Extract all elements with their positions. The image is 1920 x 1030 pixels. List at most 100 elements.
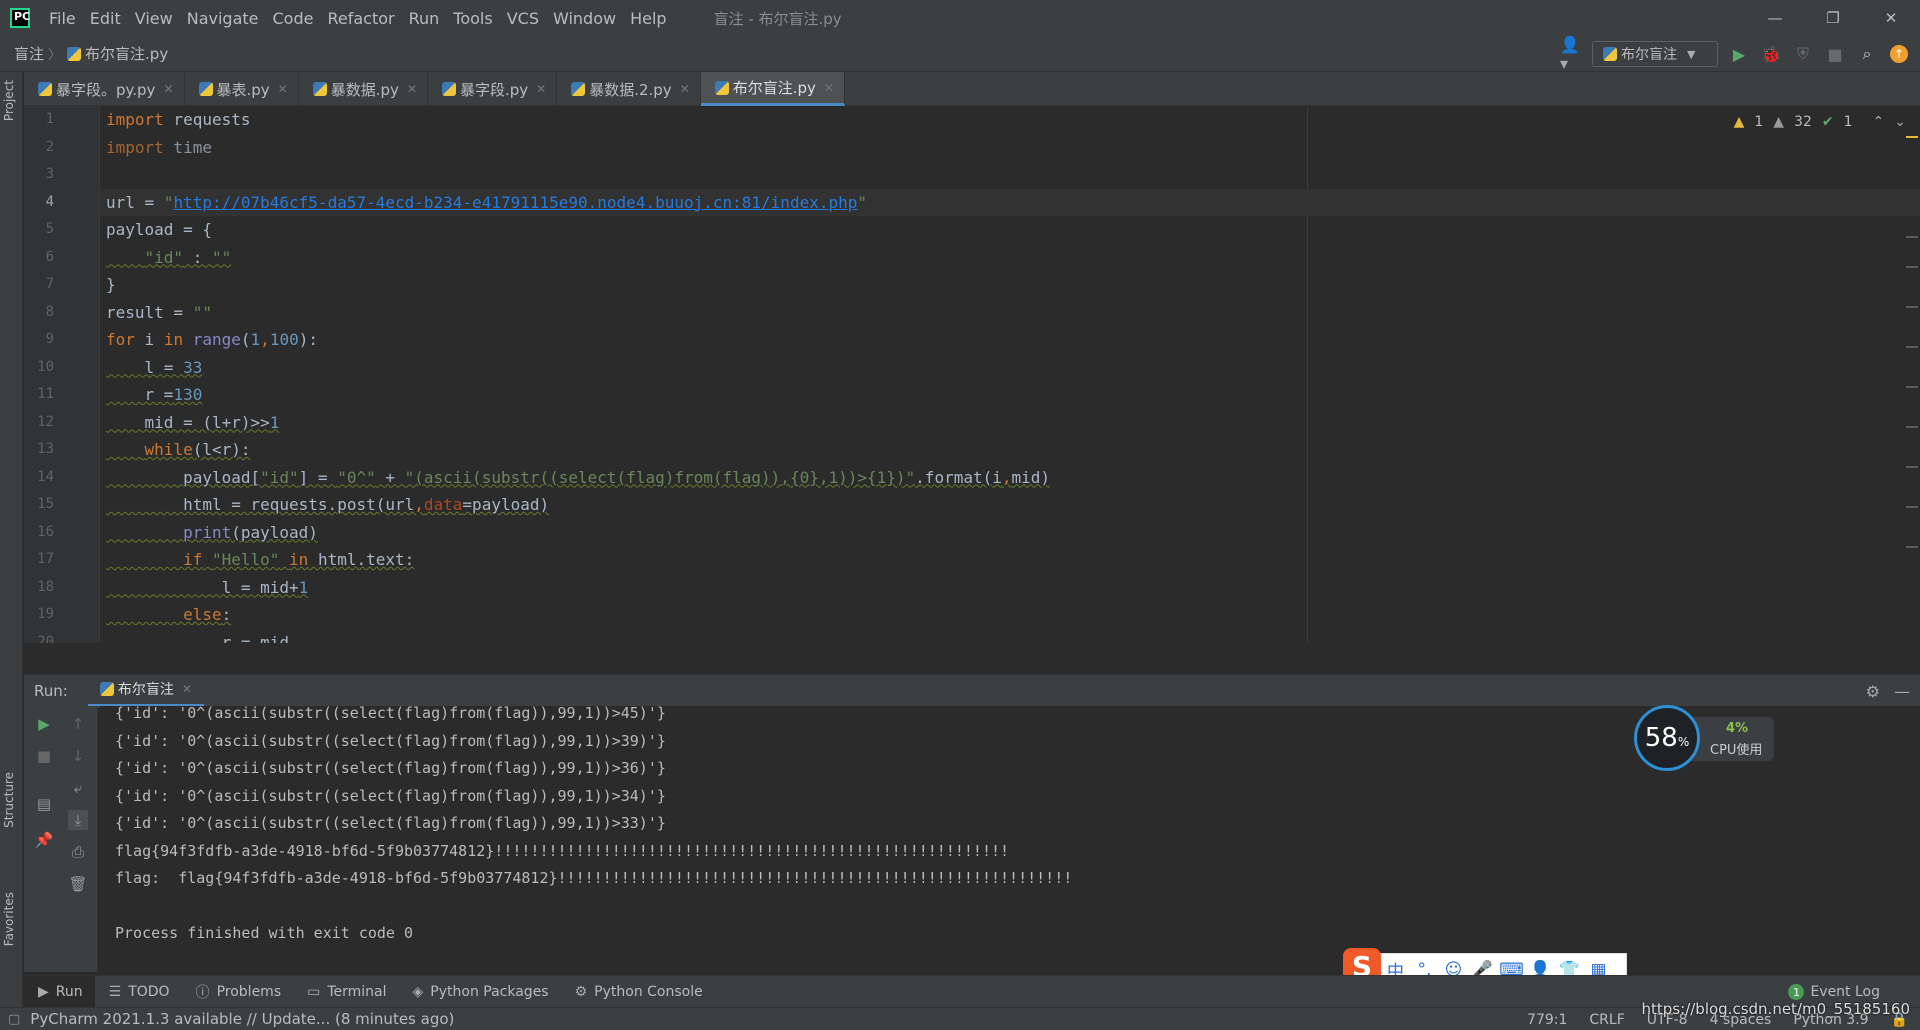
keyword: import bbox=[106, 137, 164, 157]
number: 130 bbox=[173, 385, 203, 404]
error-stripe[interactable] bbox=[1906, 136, 1918, 636]
run-icon[interactable]: ▶ bbox=[1728, 43, 1750, 65]
tab-file-2[interactable]: 暴表.py ✕ bbox=[185, 72, 299, 106]
breadcrumb-file[interactable]: 布尔盲注.py bbox=[61, 43, 172, 64]
stripe-mark[interactable] bbox=[1906, 426, 1918, 428]
line-number: 5 bbox=[45, 221, 54, 237]
stop-icon[interactable]: ■ bbox=[1824, 43, 1846, 65]
toggle-tool-windows-icon[interactable]: ▢ bbox=[8, 1012, 20, 1027]
favorites-tool-button[interactable]: Favorites bbox=[2, 892, 16, 946]
menu-vcs[interactable]: VCS bbox=[500, 9, 546, 28]
string: "" bbox=[211, 247, 232, 267]
menu-refactor[interactable]: Refactor bbox=[320, 9, 401, 28]
close-icon[interactable]: ✕ bbox=[536, 82, 546, 96]
console-line: flag{94f3fdfb-a3de-4918-bf6d-5f9b0377481… bbox=[115, 841, 1010, 860]
trash-icon[interactable]: 🗑 bbox=[68, 874, 88, 894]
run-configuration-select[interactable]: 布尔盲注 ▼ bbox=[1592, 41, 1718, 67]
stop-icon[interactable]: ■ bbox=[34, 746, 54, 766]
close-button[interactable]: ✕ bbox=[1862, 0, 1920, 36]
python-packages-tool-button[interactable]: ◈ Python Packages bbox=[399, 976, 561, 1008]
scroll-down-icon[interactable]: ↓ bbox=[68, 746, 88, 766]
close-icon[interactable]: ✕ bbox=[278, 82, 288, 96]
tool-label: TODO bbox=[128, 983, 170, 1000]
url-link[interactable]: http://07b46cf5-da57-4ecd-b234-e41791115… bbox=[173, 193, 857, 212]
close-icon[interactable]: ✕ bbox=[163, 82, 173, 96]
event-log-label: Event Log bbox=[1810, 984, 1880, 1000]
breadcrumb-project[interactable]: 盲注 bbox=[0, 43, 48, 64]
code-text: (payload) bbox=[231, 522, 318, 542]
rerun-icon[interactable]: ▶ bbox=[34, 714, 54, 734]
code-text: requests bbox=[163, 110, 251, 129]
close-icon[interactable]: ✕ bbox=[407, 82, 417, 96]
next-highlight-icon[interactable]: ⌄ bbox=[1894, 114, 1906, 130]
tab-file-active[interactable]: 布尔盲注.py ✕ bbox=[700, 72, 845, 106]
menu-run[interactable]: Run bbox=[402, 9, 447, 28]
inspection-widget[interactable]: ▲ 1 ▲ 32 ✔ 1 ⌃ ⌄ bbox=[1734, 114, 1906, 130]
run-tool-button[interactable]: ▶ Run bbox=[24, 975, 95, 1008]
terminal-tool-button[interactable]: ▭ Terminal bbox=[293, 976, 398, 1008]
problems-tool-button[interactable]: ⓘ Problems bbox=[182, 976, 294, 1008]
run-tab[interactable]: 布尔盲注 ✕ bbox=[87, 675, 204, 707]
stripe-mark[interactable] bbox=[1906, 236, 1918, 238]
menu-window[interactable]: Window bbox=[546, 9, 623, 28]
line-separator[interactable]: CRLF bbox=[1589, 1012, 1624, 1028]
stripe-mark[interactable] bbox=[1906, 266, 1918, 268]
debug-icon[interactable]: 🐞 bbox=[1760, 43, 1782, 65]
close-icon[interactable]: ✕ bbox=[680, 82, 690, 96]
string: "id" bbox=[260, 467, 299, 487]
tab-file-1[interactable]: 暴字段。py.py ✕ bbox=[24, 72, 185, 106]
close-icon[interactable]: ✕ bbox=[182, 682, 192, 696]
run-toolbar: ▶ ↑ ■ ↓ ⤶ ▤ ⤓ 📌 ⎙ 🗑 bbox=[24, 706, 98, 972]
layout-icon[interactable]: ▤ bbox=[34, 794, 54, 814]
stripe-mark[interactable] bbox=[1906, 306, 1918, 308]
update-icon[interactable]: ↑ bbox=[1888, 43, 1910, 65]
menu-code[interactable]: Code bbox=[266, 9, 321, 28]
print-icon[interactable]: ⎙ bbox=[68, 842, 88, 862]
scroll-up-icon[interactable]: ↑ bbox=[68, 714, 88, 734]
stripe-mark[interactable] bbox=[1906, 546, 1918, 548]
python-console-tool-button[interactable]: ⚙ Python Console bbox=[561, 976, 715, 1008]
hide-panel-icon[interactable]: — bbox=[1894, 682, 1910, 701]
stripe-mark[interactable] bbox=[1906, 506, 1918, 508]
pin-icon[interactable]: 📌 bbox=[34, 830, 54, 850]
close-icon[interactable]: ✕ bbox=[824, 81, 834, 95]
menu-tools[interactable]: Tools bbox=[446, 9, 499, 28]
search-icon[interactable]: ⌕ bbox=[1856, 43, 1878, 65]
warning-mark[interactable] bbox=[1906, 136, 1918, 138]
number: 1 bbox=[250, 330, 261, 349]
code-editor[interactable]: 1 2 3 4 5 6 7 8 9 10 11 12 13 14 15 16 1… bbox=[24, 106, 1920, 643]
restore-button[interactable]: ❐ bbox=[1804, 0, 1862, 36]
soft-wrap-icon[interactable]: ⤶ bbox=[68, 778, 88, 798]
previous-highlight-icon[interactable]: ⌃ bbox=[1873, 114, 1885, 130]
scroll-to-end-icon[interactable]: ⤓ bbox=[68, 810, 88, 830]
menu-file[interactable]: File bbox=[42, 9, 83, 28]
caret-position[interactable]: 779:1 bbox=[1527, 1012, 1567, 1028]
string: "Hello" bbox=[211, 550, 280, 569]
tab-file-4[interactable]: 暴字段.py ✕ bbox=[428, 72, 558, 106]
settings-gear-icon[interactable]: ⚙ bbox=[1866, 682, 1880, 701]
tool-label: Run bbox=[55, 983, 83, 1000]
structure-tool-button[interactable]: Structure bbox=[2, 772, 16, 828]
menu-navigate[interactable]: Navigate bbox=[180, 9, 266, 28]
stripe-mark[interactable] bbox=[1906, 346, 1918, 348]
todo-tool-button[interactable]: ☰ TODO bbox=[95, 976, 182, 1008]
menu-view[interactable]: View bbox=[128, 9, 180, 28]
warning-count: 1 bbox=[1754, 114, 1764, 130]
stripe-mark[interactable] bbox=[1906, 386, 1918, 388]
line-number: 10 bbox=[37, 358, 54, 375]
line-number-gutter: 1 2 3 4 5 6 7 8 9 10 11 12 13 14 15 16 1… bbox=[24, 106, 100, 643]
status-message[interactable]: PyCharm 2021.1.3 available // Update... … bbox=[30, 1010, 454, 1028]
minimize-button[interactable]: — bbox=[1746, 0, 1804, 36]
menu-edit[interactable]: Edit bbox=[83, 9, 128, 28]
stripe-mark[interactable] bbox=[1906, 466, 1918, 468]
tab-file-3[interactable]: 暴数据.py ✕ bbox=[299, 72, 428, 106]
project-tool-button[interactable]: Project bbox=[2, 80, 16, 121]
user-account-icon[interactable]: 👤▾ bbox=[1560, 35, 1582, 73]
code-line-2: import time bbox=[106, 134, 212, 162]
cpu-monitor-widget[interactable]: 58% 4% CPU使用 bbox=[1634, 705, 1776, 771]
menu-help[interactable]: Help bbox=[623, 9, 673, 28]
coverage-icon[interactable]: ⛨ bbox=[1792, 43, 1814, 65]
tab-file-5[interactable]: 暴数据.2.py ✕ bbox=[557, 72, 701, 106]
